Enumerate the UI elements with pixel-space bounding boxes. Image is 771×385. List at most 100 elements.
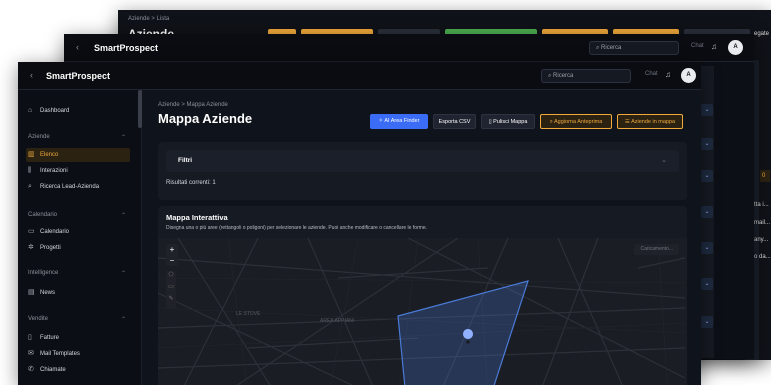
search-icon: ⌕ [28,183,32,190]
sidebar-item-label: Calendario [40,229,70,235]
front-window: ‹ SmartProspect ⌕ Ricerca Chat ♫ A ⌂ Dash… [18,62,701,385]
row-action-button[interactable]: ⌄ [701,242,713,254]
brand-name: SmartProspect [94,43,159,53]
filters-label: Filtri [178,157,193,164]
chat-link[interactable]: Chat [645,71,658,77]
zoom-control: + − [166,244,178,266]
ai-area-finder-button[interactable]: ✧ AI Area Finder [370,114,428,129]
draw-rectangle-icon[interactable]: ▭ [166,283,176,295]
sidebar-item-label: News [40,290,56,296]
companies-in-map-button[interactable]: ☰ Aziende in mappa [617,114,683,129]
chevron-up-icon: ⌃ [120,213,126,219]
page-title: Mappa Aziende [158,111,253,126]
topbar: ‹ SmartProspect ⌕ Ricerca Chat ♫ A [64,34,754,62]
sidebar-item-ricerca-lead[interactable]: ⌕ Ricerca Lead-Azienda [26,180,130,194]
document-icon: ▯ [28,334,32,341]
zoom-in-button[interactable]: + [166,244,178,255]
clipped-text: mail... [754,220,771,226]
chevron-up-icon: ⌃ [120,317,126,323]
main-content: Aziende > Mappa Aziende Mappa Aziende ✧ … [142,90,701,385]
bell-icon[interactable]: ♫ [665,70,671,79]
row-action-button[interactable]: ⌄ [701,278,713,290]
sidebar-item-label: Fatture [40,335,60,341]
clear-map-button[interactable]: ▯ Pulisci Mappa [481,114,535,129]
bell-icon[interactable]: ♫ [711,42,717,51]
calendar-icon: ▭ [28,228,35,235]
sidebar-item-news[interactable]: ▤ News [26,286,130,300]
chevron-up-icon: ⌃ [120,271,126,277]
sidebar-item-label: Dashboard [40,108,70,114]
row-action-button[interactable]: ⌄ [701,170,713,182]
clipped-text: o da... [754,254,771,260]
sidebar-section-label: Calendario [28,212,58,218]
zoom-out-button[interactable]: − [166,255,178,266]
sidebar-section-aziende[interactable]: Aziende ⌃ [28,134,128,141]
sidebar-item-elenco[interactable]: ▥ Elenco [26,148,130,162]
row-action-button[interactable]: ⌄ [701,104,713,116]
map-description: Disegna una o più aree (rettangoli o pol… [166,225,427,231]
search-input[interactable]: ⌕ Ricerca [541,69,631,83]
edit-shape-icon[interactable]: ✎ [166,295,176,307]
update-preview-button[interactable]: ⌕ Aggiorna Anteprima [540,114,612,129]
sidebar-item-calendario[interactable]: ▭ Calendario [26,225,130,239]
map-heading: Mappa Interattiva [166,213,228,222]
export-csv-button[interactable]: Esporta CSV [433,114,476,129]
draw-toolbar: ⬠ ▭ ✎ [166,271,176,309]
newspaper-icon: ▤ [28,289,35,296]
row-action-button[interactable]: ⌄ [701,206,713,218]
row-action-button[interactable]: ⌄ [701,138,713,150]
sidebar-section-label: Intelligence [28,270,59,276]
filters-toggle[interactable]: Filtri ⌄ [166,150,679,172]
clipped-text: egate [754,31,770,37]
search-placeholder: Ricerca [601,45,622,51]
breadcrumb: Aziende > Mappa Aziende [158,102,228,108]
topbar: ‹ SmartProspect ⌕ Ricerca Chat ♫ A [18,62,701,90]
button-label: Pulisci Mappa [493,119,528,125]
sidebar-item-dashboard[interactable]: ⌂ Dashboard [26,104,130,118]
draw-polygon-icon[interactable]: ⬠ [166,271,176,283]
sidebar-section-intelligence[interactable]: Intelligence ⌃ [28,270,128,277]
sidebar-item-label: Elenco [40,152,59,158]
sidebar-item-mail-templates[interactable]: ✉ Mail Templates [26,347,130,361]
home-icon: ⌂ [28,107,33,114]
button-label: Aggiorna Anteprima [554,119,603,125]
search-input[interactable]: ⌕ Ricerca [589,41,679,55]
sidebar-item-fatture[interactable]: ▯ Fatture [26,331,130,345]
sidebar-item-label: Interazioni [40,168,68,174]
chat-link[interactable]: Chat [691,43,704,49]
sidebar-section-vendite[interactable]: Vendite ⌃ [28,316,128,323]
selection-polygon[interactable] [397,280,529,385]
chevron-down-icon: ⌄ [661,157,667,164]
sidebar-section-calendario[interactable]: Calendario ⌃ [28,212,128,219]
interactive-map[interactable]: + − ⬠ ▭ ✎ Caricamento... LE STOVE AREA A… [158,238,687,385]
chevron-up-icon: ⌃ [120,135,126,141]
sidebar-section-label: Aziende [28,134,50,140]
sidebar-item-label: Ricerca Lead-Azienda [40,184,100,190]
chevron-left-icon[interactable]: ‹ [76,42,79,52]
side-panel: ⌄ ⌄ ⌄ ⌄ ⌄ ⌄ ⌄ [700,66,714,358]
sidebar-item-progetti[interactable]: ✲ Progetti [26,241,130,255]
results-count: Risultati correnti: 1 [166,180,216,186]
breadcrumb: Aziende > Lista [128,16,170,22]
sidebar-section-label: Vendite [28,316,49,322]
sidebar-item-interazioni[interactable]: ⫼ Interazioni [26,164,130,178]
gear-icon: ✲ [28,244,34,251]
button-label: AI Area Finder [384,118,420,124]
filters-card: Filtri ⌄ Risultati correnti: 1 [158,142,687,200]
chevron-left-icon[interactable]: ‹ [30,70,33,80]
map-area-label: AREA APPIANI [320,318,355,324]
avatar[interactable]: A [728,40,743,55]
clipped-text: tta i... [754,202,769,208]
sidebar-item-label: Chiamate [40,367,66,373]
sidebar-item-chiamate[interactable]: ✆ Chiamate [26,363,130,377]
clipped-badge: 0 [760,170,770,182]
button-label: Aziende in mappa [631,119,676,125]
button-label: Esporta CSV [438,119,471,125]
search-placeholder: Ricerca [553,73,574,79]
brand-name: SmartProspect [46,71,111,81]
row-action-button[interactable]: ⌄ [701,316,713,328]
sidebar-item-label: Mail Templates [40,351,80,357]
phone-icon: ✆ [28,366,34,373]
mail-icon: ✉ [28,350,34,357]
avatar[interactable]: A [681,68,696,83]
